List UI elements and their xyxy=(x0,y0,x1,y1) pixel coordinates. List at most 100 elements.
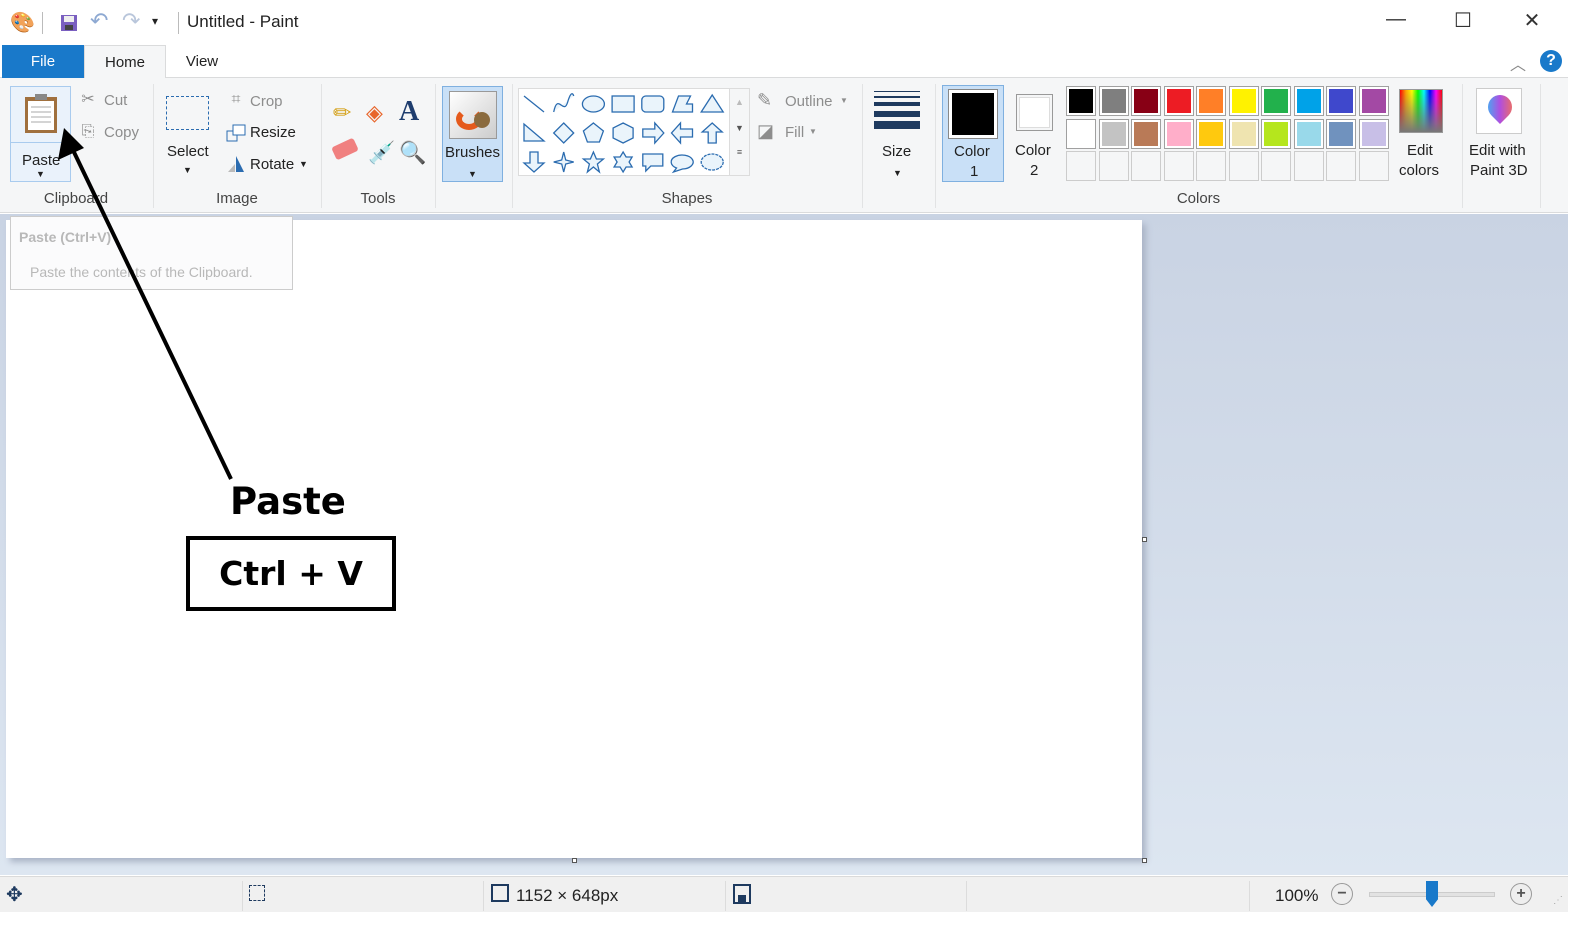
resize-handle-bottom[interactable] xyxy=(572,858,577,863)
custom-color-slot[interactable] xyxy=(1358,151,1389,181)
edit-colors-button[interactable]: Edit colors xyxy=(1396,85,1446,182)
shape-polygon[interactable] xyxy=(671,95,694,113)
color-swatch[interactable] xyxy=(1131,86,1161,116)
customize-qat-icon[interactable]: ▾ xyxy=(152,14,158,28)
collapse-ribbon-icon[interactable]: ︿ xyxy=(1510,51,1526,75)
color-swatch[interactable] xyxy=(1228,86,1259,116)
color-swatch[interactable] xyxy=(1293,118,1324,149)
text-icon[interactable]: A xyxy=(399,96,419,128)
chevron-down-icon[interactable]: ▼ xyxy=(840,96,848,105)
shape-four-point-star[interactable] xyxy=(553,151,574,173)
redo-icon[interactable]: ↷ xyxy=(122,8,140,34)
resize-handle-corner[interactable] xyxy=(1142,858,1147,863)
fill-button[interactable]: Fill xyxy=(785,124,804,141)
shape-right-arrow[interactable] xyxy=(642,121,665,145)
chevron-down-icon[interactable]: ▼ xyxy=(809,127,817,136)
magnifier-icon[interactable]: 🔍 xyxy=(399,140,426,166)
color-swatch[interactable] xyxy=(1131,118,1161,149)
color-swatch[interactable] xyxy=(1196,86,1226,116)
custom-color-slot[interactable] xyxy=(1131,151,1161,181)
shape-rounded-callout[interactable] xyxy=(642,153,664,173)
shape-six-point-star[interactable] xyxy=(612,150,634,174)
brushes-button[interactable]: Brushes ▼ xyxy=(442,86,503,182)
color-swatch[interactable] xyxy=(1293,86,1324,116)
color-swatch[interactable] xyxy=(1163,86,1194,116)
color-swatch[interactable] xyxy=(1066,86,1096,116)
shape-cloud-callout[interactable] xyxy=(700,153,724,171)
color-swatch[interactable] xyxy=(1066,118,1096,149)
color-swatch[interactable] xyxy=(1163,118,1194,149)
shape-left-arrow[interactable] xyxy=(670,121,694,145)
zoom-slider-thumb[interactable] xyxy=(1426,881,1438,907)
tab-view[interactable]: View xyxy=(166,45,238,78)
chevron-down-icon[interactable]: ▼ xyxy=(183,165,192,175)
resize-handle-right[interactable] xyxy=(1142,537,1147,542)
pencil-icon[interactable]: ✏ xyxy=(333,100,351,126)
fill-bucket-icon[interactable]: ◈ xyxy=(366,100,383,126)
color-swatch[interactable] xyxy=(1261,118,1291,149)
save-icon[interactable] xyxy=(60,14,78,32)
color-swatch[interactable] xyxy=(1261,86,1291,116)
shapes-scroll[interactable]: ▲ ▼ ≡ xyxy=(730,88,750,176)
help-icon[interactable]: ? xyxy=(1540,50,1562,72)
color-swatch[interactable] xyxy=(1196,118,1226,149)
scroll-up-icon[interactable]: ▲ xyxy=(730,97,749,107)
color2-button[interactable]: Color 2 xyxy=(1005,85,1063,182)
edit-with-paint3d-button[interactable]: Edit with Paint 3D xyxy=(1466,85,1532,182)
color1-button[interactable]: Color 1 xyxy=(942,85,1004,182)
zoom-out-button[interactable]: − xyxy=(1331,883,1353,905)
resize-grip-icon[interactable]: ⋰ xyxy=(1553,895,1563,906)
shape-pentagon[interactable] xyxy=(582,122,605,143)
paste-button[interactable]: Paste ▼ xyxy=(10,86,71,182)
tab-home[interactable]: Home xyxy=(84,45,166,79)
outline-button[interactable]: Outline xyxy=(785,93,833,110)
size-button[interactable]: Size ▼ xyxy=(868,86,926,182)
minimize-button[interactable]: — xyxy=(1376,8,1416,38)
scroll-down-icon[interactable]: ▼ xyxy=(730,123,749,133)
eraser-icon[interactable] xyxy=(331,137,359,161)
shape-line[interactable] xyxy=(523,95,545,113)
custom-color-slot[interactable] xyxy=(1098,151,1129,181)
undo-icon[interactable]: ↶ xyxy=(90,8,108,34)
custom-color-slot[interactable] xyxy=(1293,151,1324,181)
maximize-button[interactable]: ☐ xyxy=(1443,8,1483,38)
custom-color-slot[interactable] xyxy=(1196,151,1226,181)
shape-hexagon[interactable] xyxy=(612,122,634,144)
drawing-canvas[interactable] xyxy=(6,220,1142,858)
shape-up-arrow[interactable] xyxy=(700,122,724,144)
shape-curve[interactable] xyxy=(553,93,575,113)
color-swatch[interactable] xyxy=(1358,118,1389,149)
paint-app-icon[interactable]: 🎨 xyxy=(10,10,35,35)
custom-color-slot[interactable] xyxy=(1163,151,1194,181)
shape-down-arrow[interactable] xyxy=(522,151,546,173)
custom-color-slot[interactable] xyxy=(1326,151,1356,181)
tab-file[interactable]: File xyxy=(2,45,84,78)
shape-oval[interactable] xyxy=(581,95,606,113)
zoom-in-button[interactable]: + xyxy=(1510,883,1532,905)
shape-diamond[interactable] xyxy=(552,122,575,144)
cut-button[interactable]: Cut xyxy=(104,92,127,109)
shape-triangle[interactable] xyxy=(700,93,725,113)
color-swatch[interactable] xyxy=(1326,86,1356,116)
chevron-down-icon[interactable]: ▼ xyxy=(299,159,308,169)
resize-button[interactable]: Resize xyxy=(250,124,296,141)
color-swatch[interactable] xyxy=(1358,86,1389,116)
crop-button[interactable]: Crop xyxy=(250,93,283,110)
color-picker-icon[interactable]: 💉 xyxy=(368,140,395,166)
shape-five-point-star[interactable] xyxy=(581,150,606,174)
color-swatch[interactable] xyxy=(1098,86,1129,116)
shape-oval-callout[interactable] xyxy=(670,154,694,174)
rotate-button[interactable]: Rotate xyxy=(250,156,294,173)
custom-color-slot[interactable] xyxy=(1261,151,1291,181)
shape-rectangle[interactable] xyxy=(611,95,635,113)
custom-color-slot[interactable] xyxy=(1228,151,1259,181)
shape-rounded-rectangle[interactable] xyxy=(641,95,665,113)
color-swatch[interactable] xyxy=(1098,118,1129,149)
shape-right-triangle[interactable] xyxy=(523,122,546,142)
color-swatch[interactable] xyxy=(1326,118,1356,149)
color-swatch[interactable] xyxy=(1228,118,1259,149)
select-button[interactable]: Select xyxy=(167,143,209,160)
close-button[interactable]: ✕ xyxy=(1512,8,1552,38)
copy-button[interactable]: Copy xyxy=(104,124,139,141)
expand-gallery-icon[interactable]: ≡ xyxy=(730,147,749,157)
